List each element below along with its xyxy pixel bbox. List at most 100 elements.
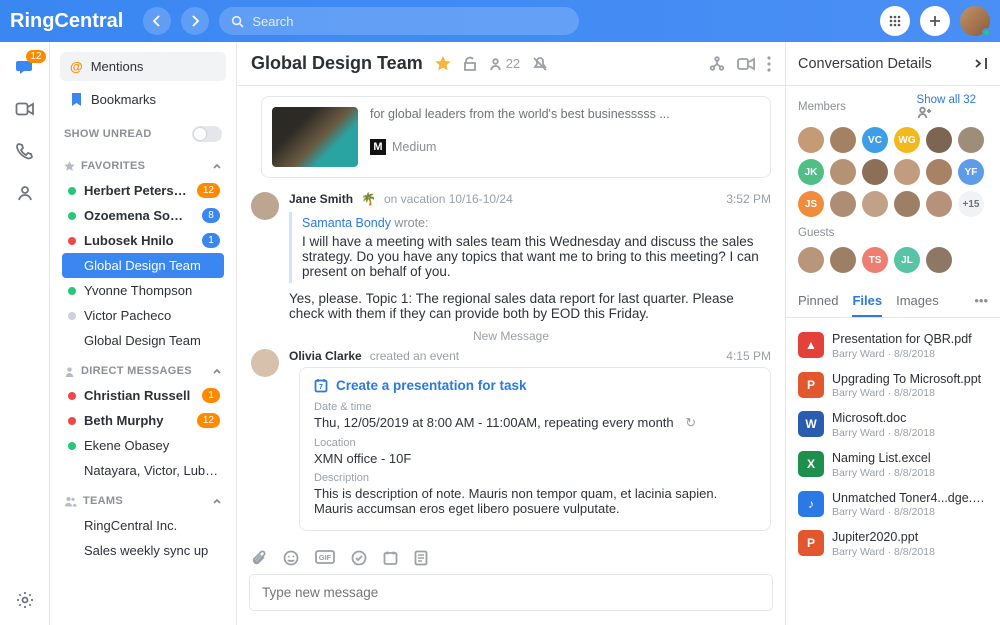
sidebar-item[interactable]: RingCentral Inc. bbox=[62, 513, 224, 538]
people-icon bbox=[64, 496, 77, 507]
member-avatar[interactable] bbox=[830, 127, 856, 153]
search-box[interactable] bbox=[219, 7, 579, 35]
member-avatar[interactable] bbox=[862, 159, 888, 185]
member-count[interactable]: 22 bbox=[489, 56, 520, 71]
more-menu-button[interactable] bbox=[767, 56, 771, 72]
event-button[interactable] bbox=[383, 550, 398, 566]
video-icon bbox=[15, 101, 35, 117]
sidebar-mentions[interactable]: @ Mentions bbox=[60, 52, 226, 81]
section-favorites-head[interactable]: FAVORITES bbox=[62, 154, 224, 178]
start-video-button[interactable] bbox=[737, 57, 755, 71]
note-icon bbox=[414, 550, 428, 566]
emoji-icon bbox=[283, 550, 299, 566]
member-avatar[interactable] bbox=[830, 247, 856, 273]
avatar-overflow[interactable]: +15 bbox=[958, 191, 984, 217]
message-author[interactable]: Olivia Clarke bbox=[289, 349, 362, 363]
mute-icon[interactable] bbox=[532, 56, 548, 72]
dialpad-button[interactable] bbox=[880, 6, 910, 36]
search-input[interactable] bbox=[252, 14, 567, 29]
tab-files[interactable]: Files bbox=[852, 285, 882, 317]
task-button[interactable] bbox=[351, 550, 367, 566]
sidebar-bookmarks[interactable]: Bookmarks bbox=[60, 85, 226, 114]
sidebar-item-label: Sales weekly sync up bbox=[84, 543, 220, 558]
integrations-icon[interactable] bbox=[709, 56, 725, 72]
search-icon bbox=[231, 15, 244, 28]
member-avatar[interactable]: JL bbox=[894, 247, 920, 273]
member-avatar[interactable] bbox=[926, 127, 952, 153]
nav-forward-button[interactable] bbox=[181, 7, 209, 35]
emoji-button[interactable] bbox=[283, 550, 299, 566]
link-preview-card[interactable]: for global leaders from the world's best… bbox=[261, 96, 771, 178]
gif-icon: GIF bbox=[315, 550, 335, 564]
section-teams-head[interactable]: TEAMS bbox=[62, 489, 224, 513]
gif-button[interactable]: GIF bbox=[315, 550, 335, 566]
member-avatar[interactable] bbox=[830, 191, 856, 217]
profile-avatar[interactable] bbox=[960, 6, 990, 36]
message-input[interactable] bbox=[249, 574, 773, 611]
file-item[interactable]: ♪Unmatched Toner4...dge.mp4Barry Ward · … bbox=[796, 485, 990, 525]
file-name: Upgrading To Microsoft.ppt bbox=[832, 372, 981, 388]
event-card[interactable]: 7 Create a presentation for task Date & … bbox=[299, 367, 771, 531]
member-avatar[interactable] bbox=[798, 247, 824, 273]
member-avatar[interactable]: VC bbox=[862, 127, 888, 153]
member-avatar[interactable] bbox=[894, 159, 920, 185]
member-avatar[interactable] bbox=[862, 191, 888, 217]
rail-video[interactable] bbox=[14, 98, 36, 120]
member-avatar[interactable] bbox=[894, 191, 920, 217]
presence-dot-icon bbox=[68, 287, 76, 295]
member-avatar[interactable] bbox=[830, 159, 856, 185]
chat-scroll[interactable]: for global leaders from the world's best… bbox=[237, 86, 785, 538]
lock-open-icon[interactable] bbox=[463, 56, 477, 72]
quote-author-link[interactable]: Samanta Bondy bbox=[302, 216, 391, 230]
member-avatar[interactable] bbox=[958, 127, 984, 153]
member-avatar[interactable]: JK bbox=[798, 159, 824, 185]
link-preview-text: for global leaders from the world's best… bbox=[370, 107, 760, 121]
sidebar-item[interactable]: Natayara, Victor, Lubos... bbox=[62, 458, 224, 483]
sidebar-item[interactable]: Beth Murphy12 bbox=[62, 408, 224, 433]
file-item[interactable]: XNaming List.excelBarry Ward · 8/8/2018 bbox=[796, 445, 990, 485]
file-item[interactable]: ▲Presentation for QBR.pdfBarry Ward · 8/… bbox=[796, 326, 990, 366]
member-avatar[interactable]: WG bbox=[894, 127, 920, 153]
add-member-button[interactable] bbox=[917, 106, 988, 119]
sidebar-item[interactable]: Global Design Team bbox=[62, 328, 224, 353]
nav-back-button[interactable] bbox=[143, 7, 171, 35]
tab-images[interactable]: Images bbox=[896, 285, 939, 317]
file-item[interactable]: PUpgrading To Microsoft.pptBarry Ward · … bbox=[796, 366, 990, 406]
sidebar-item[interactable]: Ekene Obasey bbox=[62, 433, 224, 458]
sidebar-item[interactable]: Global Design Team bbox=[62, 253, 224, 278]
add-button[interactable] bbox=[920, 6, 950, 36]
sidebar-item[interactable]: Ozoemena Somayina8 bbox=[62, 203, 224, 228]
avatar[interactable] bbox=[251, 349, 279, 377]
sidebar-item[interactable]: Victor Pacheco bbox=[62, 303, 224, 328]
tabs-more-button[interactable]: ••• bbox=[974, 285, 988, 317]
member-avatar[interactable]: YF bbox=[958, 159, 984, 185]
member-avatar[interactable] bbox=[798, 127, 824, 153]
sidebar-item[interactable]: Sales weekly sync up bbox=[62, 538, 224, 563]
favorite-star-icon[interactable] bbox=[435, 56, 451, 72]
rail-settings[interactable] bbox=[14, 589, 36, 611]
rail-contacts[interactable] bbox=[14, 182, 36, 204]
member-avatar[interactable]: JS bbox=[798, 191, 824, 217]
sidebar-item[interactable]: Christian Russell1 bbox=[62, 383, 224, 408]
member-avatar[interactable] bbox=[926, 159, 952, 185]
tab-pinned[interactable]: Pinned bbox=[798, 285, 838, 317]
sidebar-item[interactable]: Herbert Peterson12 bbox=[62, 178, 224, 203]
rail-messages[interactable]: 12 bbox=[14, 56, 36, 78]
member-avatar[interactable] bbox=[926, 247, 952, 273]
note-button[interactable] bbox=[414, 550, 428, 566]
file-item[interactable]: WMicrosoft.docBarry Ward · 8/8/2018 bbox=[796, 405, 990, 445]
attach-button[interactable] bbox=[251, 550, 267, 566]
show-all-link[interactable]: Show all 32 bbox=[917, 94, 976, 106]
panel-collapse-button[interactable] bbox=[973, 56, 988, 71]
file-item[interactable]: PJupiter2020.pptBarry Ward · 8/8/2018 bbox=[796, 524, 990, 564]
files-list[interactable]: ▲Presentation for QBR.pdfBarry Ward · 8/… bbox=[786, 318, 1000, 572]
sidebar-item[interactable]: Lubosek Hnilo1 bbox=[62, 228, 224, 253]
member-avatar[interactable]: TS bbox=[862, 247, 888, 273]
message-author[interactable]: Jane Smith bbox=[289, 192, 353, 206]
rail-phone[interactable] bbox=[14, 140, 36, 162]
sidebar-item[interactable]: Yvonne Thompson bbox=[62, 278, 224, 303]
section-direct-head[interactable]: DIRECT MESSAGES bbox=[62, 359, 224, 383]
avatar[interactable] bbox=[251, 192, 279, 220]
member-avatar[interactable] bbox=[926, 191, 952, 217]
show-unread-toggle[interactable] bbox=[192, 126, 222, 142]
